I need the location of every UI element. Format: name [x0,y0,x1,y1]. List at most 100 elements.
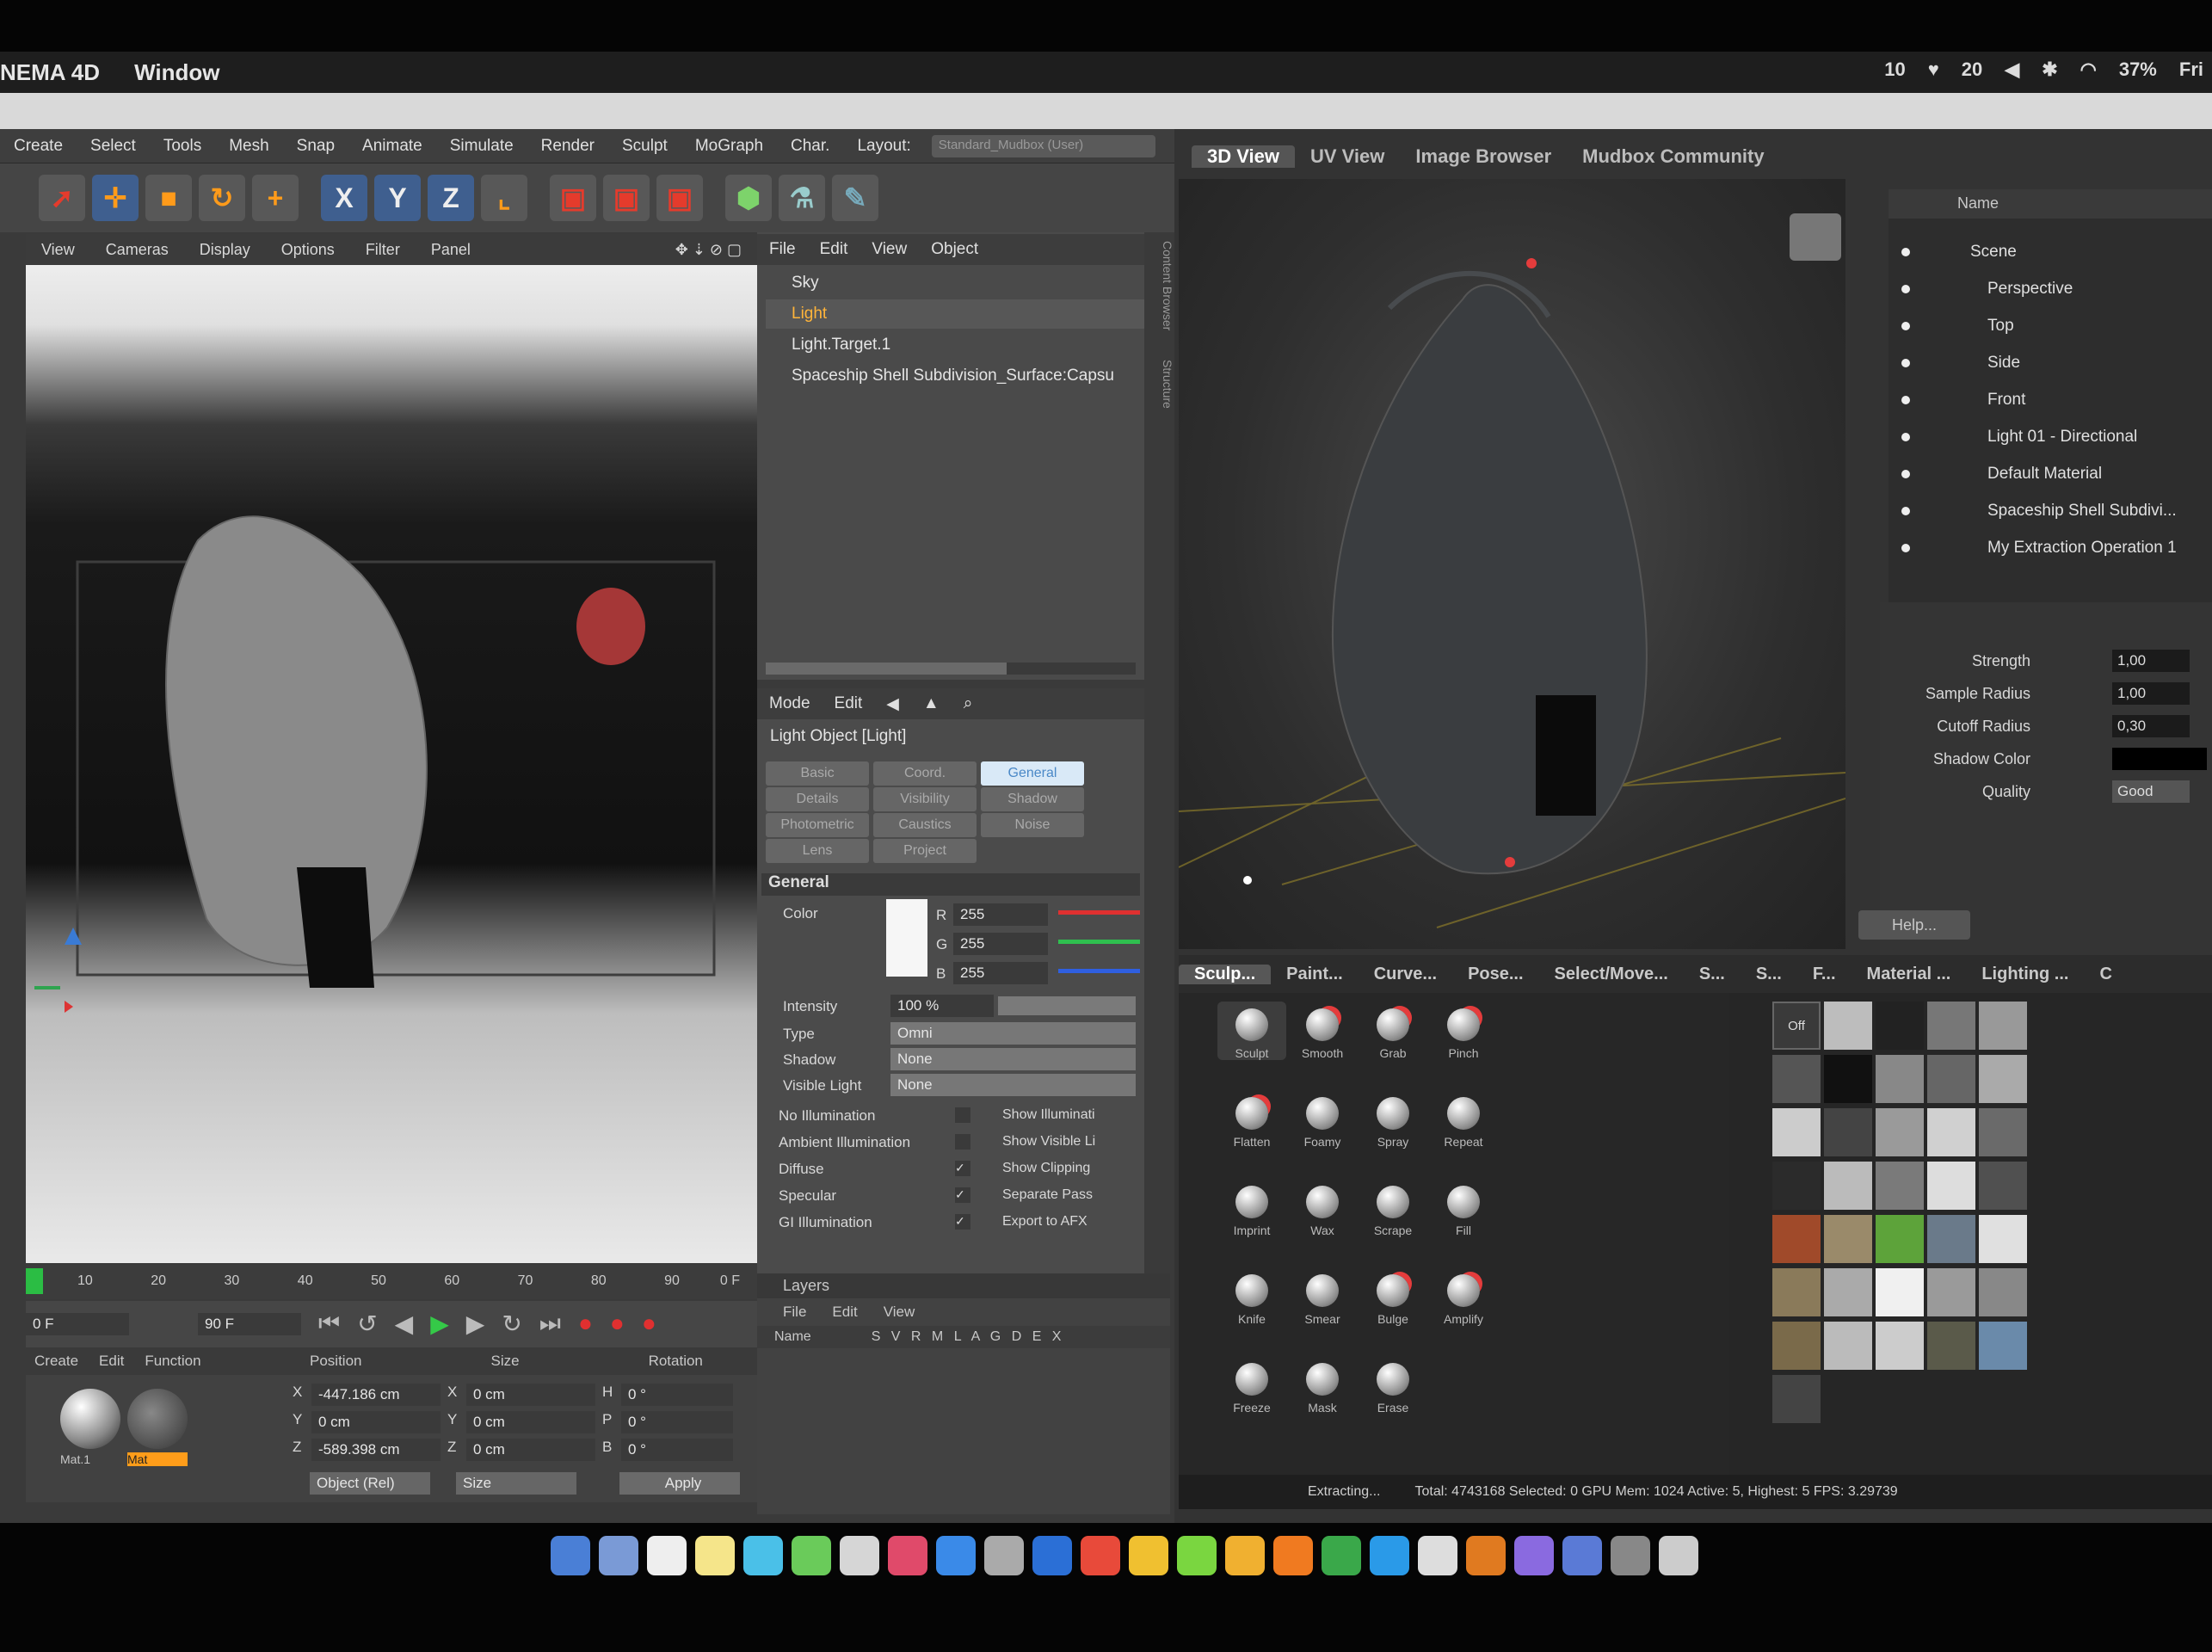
vp-menu-panel[interactable]: Panel [416,241,486,259]
color-g-field[interactable]: 255 [953,933,1048,955]
tray-tab[interactable]: Select/Move... [1539,965,1684,984]
stamp-thumbnail[interactable] [1979,1268,2027,1316]
menu-sculpt[interactable]: Sculpt [608,137,681,156]
live-select-icon[interactable]: ➚ [39,175,85,221]
prop-value[interactable]: 0,30 [2112,715,2190,737]
vp-menu-cameras[interactable]: Cameras [90,241,184,259]
obj-menu-edit[interactable]: Edit [808,240,860,259]
tool-fill[interactable]: Fill [1429,1179,1498,1237]
tab-shadow[interactable]: Shadow [981,787,1084,811]
coord-cell[interactable]: 0 ° [621,1439,733,1461]
c4d-viewport[interactable] [26,265,757,1263]
tray-tab[interactable]: Pose... [1452,965,1538,984]
color-r-field[interactable]: 255 [953,903,1048,926]
dock-app-icon[interactable] [743,1536,783,1575]
dock-app-icon[interactable] [1322,1536,1361,1575]
material-1-preview[interactable] [60,1389,120,1449]
tool-knife[interactable]: Knife [1217,1267,1286,1326]
tray-tab[interactable]: F... [1797,965,1852,984]
tray-tab[interactable]: Lighting ... [1966,965,2084,984]
stamp-thumbnail[interactable] [1979,1162,2027,1210]
tray-tab[interactable]: Sculp... [1179,964,1272,984]
vp-menu-display[interactable]: Display [184,241,266,259]
checkbox-left[interactable]: ✓ [955,1161,970,1176]
tool-mask[interactable]: Mask [1288,1356,1357,1415]
menu-mograph[interactable]: MoGraph [681,137,777,156]
tab-noise[interactable]: Noise [981,813,1084,837]
menu-tools[interactable]: Tools [150,137,215,156]
stamp-thumbnail[interactable] [1824,1268,1872,1316]
checkbox-left[interactable]: ✓ [955,1187,970,1203]
render-picture-viewer-icon[interactable]: ▣ [603,175,650,221]
dock-app-icon[interactable] [792,1536,831,1575]
outliner-row[interactable]: Top [1901,311,2211,342]
stamp-thumbnail[interactable] [1772,1375,1821,1423]
timeline[interactable]: 10 20 30 40 50 60 70 80 90 0 F [26,1265,757,1299]
tool-erase[interactable]: Erase [1359,1356,1427,1415]
nav-icons[interactable]: ✥ ⇣ ⊘ ▢ [660,241,757,259]
obj-menu-view[interactable]: View [860,240,919,259]
vp-menu-options[interactable]: Options [266,241,350,259]
status-icon-2[interactable]: 20 [1962,59,1982,81]
bluetooth-icon[interactable]: ✱ [2042,59,2057,81]
coord-cell[interactable]: 0 cm [311,1411,441,1433]
tool-scrape[interactable]: Scrape [1359,1179,1427,1237]
object-row-sky[interactable]: Sky [766,268,1144,298]
object-row-spaceship[interactable]: Spaceship Shell Subdivision_Surface:Caps… [766,361,1144,391]
type-dropdown[interactable]: Omni [890,1022,1136,1045]
menu-render[interactable]: Render [527,137,608,156]
menu-layout[interactable]: Layout: [843,137,924,156]
next-frame-icon[interactable]: ▶ [466,1310,485,1338]
stamp-thumbnail[interactable] [1824,1002,1872,1050]
obj-menu-file[interactable]: File [757,240,808,259]
color-b-field[interactable]: 255 [953,962,1048,984]
dock-app-icon[interactable] [1659,1536,1698,1575]
app-menu[interactable]: NEMA 4D [0,59,100,86]
visibility-dot-icon[interactable] [1901,433,1910,441]
checkbox-left[interactable] [955,1134,970,1150]
tab-visibility[interactable]: Visibility [873,787,977,811]
layer-menu-file[interactable]: File [783,1304,806,1321]
tool-repeat[interactable]: Repeat [1429,1090,1498,1149]
material-2-preview[interactable] [127,1389,188,1449]
outliner-row[interactable]: Default Material [1901,459,2211,490]
stamp-thumbnail[interactable] [1979,1108,2027,1156]
tab-lens[interactable]: Lens [766,839,869,863]
dock-app-icon[interactable] [1514,1536,1554,1575]
tool-wax[interactable]: Wax [1288,1179,1357,1237]
dock-app-icon[interactable] [1273,1536,1313,1575]
menu-select[interactable]: Select [77,137,150,156]
play-icon[interactable]: ▶ [430,1310,449,1338]
end-frame-field[interactable]: 90 F [198,1313,301,1335]
apply-button[interactable]: Apply [619,1472,740,1495]
cube-object-icon[interactable]: ⬢ [725,175,772,221]
prop-value[interactable]: 1,00 [2112,682,2190,705]
rotate-icon[interactable]: ↻ [199,175,245,221]
dock-app-icon[interactable] [888,1536,927,1575]
back-arrow-icon[interactable]: ◀ [874,694,911,714]
help-button[interactable]: Help... [1858,910,1970,940]
keyframe-icon[interactable]: ● [642,1310,656,1338]
render-settings-icon[interactable]: ▣ [656,175,703,221]
tool-foamy[interactable]: Foamy [1288,1090,1357,1149]
layer-menu-view[interactable]: View [884,1304,915,1321]
stamp-thumbnail[interactable] [1979,1322,2027,1370]
playhead[interactable] [26,1268,43,1294]
record-icon[interactable]: ● [578,1310,593,1338]
render-view-icon[interactable]: ▣ [550,175,596,221]
object-scrollbar[interactable] [766,663,1136,675]
mat-menu-edit[interactable]: Edit [99,1353,124,1370]
stamp-thumbnail[interactable] [1772,1162,1821,1210]
tray-tab[interactable]: S... [1741,965,1797,984]
clock[interactable]: Fri [2179,59,2203,81]
structure-tab[interactable]: Structure [1161,360,1174,409]
dock-app-icon[interactable] [1611,1536,1650,1575]
coord-cell[interactable]: 0 cm [466,1384,595,1406]
search-icon[interactable]: ⌕ [952,694,985,713]
tool-smear[interactable]: Smear [1288,1267,1357,1326]
move-icon[interactable]: ✛ [92,175,139,221]
stamp-thumbnail[interactable] [1927,1322,1975,1370]
stamp-thumbnail[interactable] [1876,1002,1924,1050]
scale-icon[interactable]: ■ [145,175,192,221]
dock-app-icon[interactable] [1129,1536,1168,1575]
